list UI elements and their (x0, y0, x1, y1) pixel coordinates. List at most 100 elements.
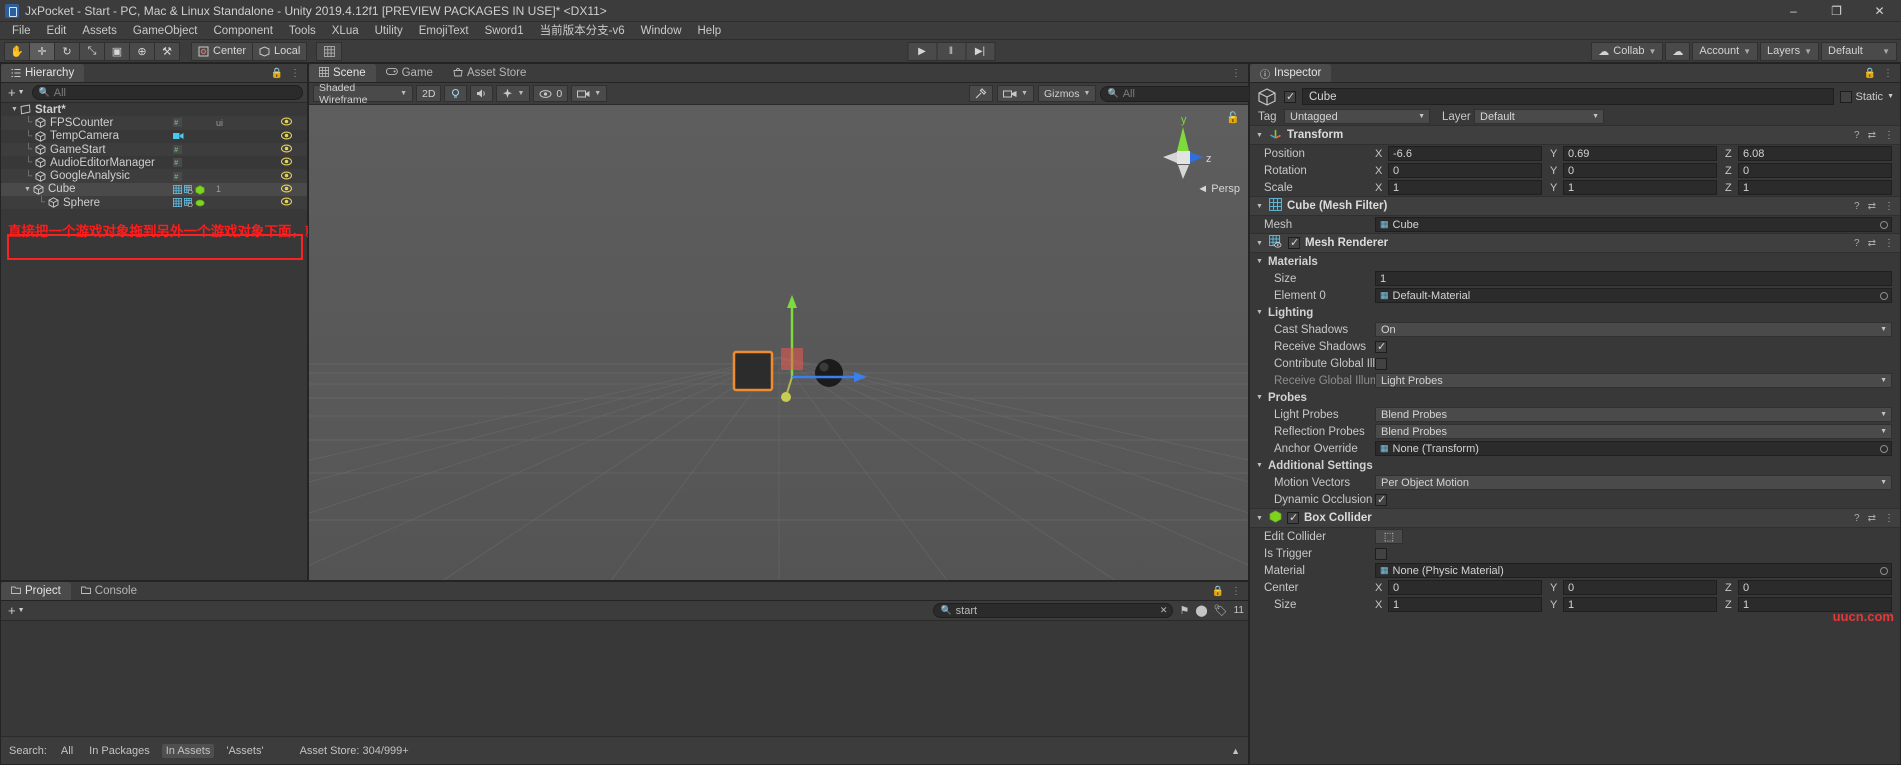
menu-dots-icon[interactable]: ⋮ (1231, 586, 1241, 597)
hierarchy-item[interactable]: ▼Cube1 (1, 183, 307, 196)
hierarchy-item[interactable]: └FPSCounter#ui (1, 116, 307, 129)
visibility-eye-icon[interactable] (281, 184, 292, 195)
axis-x-input[interactable]: 0 (1388, 163, 1542, 178)
object-picker-icon[interactable] (1880, 292, 1888, 300)
axis-y-input[interactable]: 1 (1563, 597, 1717, 612)
expand-arrow-icon[interactable]: ▼ (1256, 309, 1263, 316)
gameobject-enabled-checkbox[interactable] (1284, 91, 1296, 103)
layer-dropdown[interactable]: Default ▼ (1474, 109, 1604, 124)
hierarchy-root-item[interactable]: ▼Start* (1, 103, 307, 116)
rect-tool[interactable]: ▣ (104, 42, 130, 61)
scene-camera-toggle[interactable]: ▼ (997, 85, 1034, 102)
pivot-mode-button[interactable]: Center (191, 42, 253, 61)
maximize-button[interactable]: ❐ (1815, 0, 1858, 22)
hierarchy-item[interactable]: └GameStart# (1, 143, 307, 156)
axis-z-input[interactable]: 0 (1738, 580, 1892, 595)
axis-z-input[interactable]: 1 (1738, 180, 1892, 195)
expand-arrow-icon[interactable]: ▼ (22, 186, 33, 193)
menu-item-help[interactable]: Help (690, 22, 730, 40)
menu-item-edit[interactable]: Edit (39, 22, 75, 40)
expand-arrow-icon[interactable]: ▼ (1256, 240, 1264, 247)
row-dropdown[interactable]: Light Probes▼ (1375, 373, 1892, 388)
menu-dots-icon[interactable]: ⋮ (290, 68, 300, 79)
menu-item-v6[interactable]: 当前版本分支-v6 (532, 22, 633, 40)
lock-icon[interactable]: 🔒 (1864, 68, 1876, 79)
filter-type-icon[interactable]: ⬤ (1195, 604, 1207, 617)
tab-game[interactable]: Game (376, 64, 443, 82)
row-dropdown[interactable]: Blend Probes▼ (1375, 407, 1892, 422)
component-section-header[interactable]: ▼Lighting (1250, 304, 1900, 321)
tab-asset-store[interactable]: Asset Store (443, 64, 536, 82)
help-icon[interactable]: ? (1854, 130, 1860, 141)
row-checkbox[interactable] (1375, 358, 1387, 370)
scene-lock-icon[interactable]: 🔓 (1226, 111, 1240, 124)
expand-arrow-icon[interactable]: ▼ (1256, 203, 1264, 210)
scale-tool[interactable]: ⤡ (79, 42, 105, 61)
static-checkbox[interactable] (1840, 91, 1852, 103)
row-input[interactable]: 1 (1375, 271, 1892, 286)
menu-item-gameobject[interactable]: GameObject (125, 22, 206, 40)
axis-x-input[interactable]: 0 (1388, 580, 1542, 595)
gizmos-dropdown[interactable]: Gizmos ▼ (1038, 85, 1097, 102)
tab-hierarchy[interactable]: Hierarchy (1, 64, 84, 82)
filter-favorites-icon[interactable]: ⚑ (1179, 604, 1189, 617)
component-header[interactable]: ▼Box Collider?⇄⋮ (1250, 508, 1900, 528)
expand-arrow-icon[interactable]: ▼ (1256, 462, 1263, 469)
object-reference-field[interactable]: ▦Default-Material (1375, 288, 1892, 303)
axis-y-input[interactable]: 0.69 (1563, 146, 1717, 161)
help-icon[interactable]: ? (1854, 513, 1860, 524)
menu-item-xlua[interactable]: XLua (324, 22, 367, 40)
preset-icon[interactable]: ⇄ (1868, 238, 1876, 249)
menu-item-file[interactable]: File (4, 22, 39, 40)
menu-dots-icon[interactable]: ⋮ (1884, 130, 1894, 141)
collapse-caret-icon[interactable]: ▲ (1231, 746, 1240, 756)
axis-z-input[interactable]: 6.08 (1738, 146, 1892, 161)
tab-console[interactable]: Console (71, 582, 147, 600)
two-d-toggle[interactable]: 2D (416, 85, 441, 102)
menu-item-sword1[interactable]: Sword1 (477, 22, 532, 40)
hierarchy-search-input[interactable]: 🔍 All (32, 85, 303, 100)
scope-segment[interactable]: 'Assets' (222, 744, 267, 758)
help-icon[interactable]: ? (1854, 201, 1860, 212)
play-button[interactable]: ▶ (907, 42, 937, 61)
layers-button[interactable]: Layers ▼ (1760, 42, 1819, 61)
row-dropdown[interactable]: Blend Probes▼ (1375, 424, 1892, 439)
object-reference-field[interactable]: ▦None (Physic Material) (1375, 563, 1892, 578)
tab-scene[interactable]: Scene (309, 64, 376, 82)
menu-dots-icon[interactable]: ⋮ (1231, 68, 1241, 79)
scene-search-input[interactable]: 🔍 All (1100, 86, 1264, 102)
lock-icon[interactable]: 🔒 (271, 68, 283, 79)
menu-item-window[interactable]: Window (633, 22, 690, 40)
preset-icon[interactable]: ⇄ (1868, 130, 1876, 141)
collab-button[interactable]: ☁ Collab ▼ (1591, 42, 1663, 61)
component-header[interactable]: ▼Transform?⇄⋮ (1250, 125, 1900, 145)
component-header[interactable]: ▼Cube (Mesh Filter)?⇄⋮ (1250, 196, 1900, 216)
scope-segment[interactable]: All (57, 744, 77, 758)
axis-y-input[interactable]: 0 (1563, 580, 1717, 595)
object-picker-icon[interactable] (1880, 567, 1888, 575)
scope-segment[interactable]: In Assets (162, 744, 215, 758)
clear-icon[interactable]: ✕ (1160, 605, 1168, 616)
pause-button[interactable]: ‖ (936, 42, 966, 61)
axis-y-input[interactable]: 1 (1563, 180, 1717, 195)
layout-button[interactable]: Default ▼ (1821, 42, 1897, 61)
visibility-eye-icon[interactable] (281, 131, 292, 142)
row-dropdown[interactable]: Per Object Motion▼ (1375, 475, 1892, 490)
preset-icon[interactable]: ⇄ (1868, 201, 1876, 212)
menu-item-component[interactable]: Component (205, 22, 280, 40)
custom-tool[interactable]: ⚒ (154, 42, 180, 61)
visibility-eye-icon[interactable] (281, 117, 292, 128)
menu-item-emojitext[interactable]: EmojiText (411, 22, 477, 40)
close-button[interactable]: ✕ (1858, 0, 1901, 22)
help-icon[interactable]: ? (1854, 238, 1860, 249)
object-reference-field[interactable]: ▦Cube (1375, 217, 1892, 232)
row-checkbox[interactable] (1375, 341, 1387, 353)
axis-x-input[interactable]: 1 (1388, 597, 1542, 612)
visibility-eye-icon[interactable] (281, 157, 292, 168)
hand-tool[interactable]: ✋ (4, 42, 30, 61)
cloud-button[interactable]: ☁ (1665, 42, 1690, 61)
account-button[interactable]: Account ▼ (1692, 42, 1758, 61)
expand-arrow-icon[interactable]: ▼ (1256, 132, 1264, 139)
grid-snap-button[interactable] (316, 42, 342, 61)
axis-x-input[interactable]: 1 (1388, 180, 1542, 195)
